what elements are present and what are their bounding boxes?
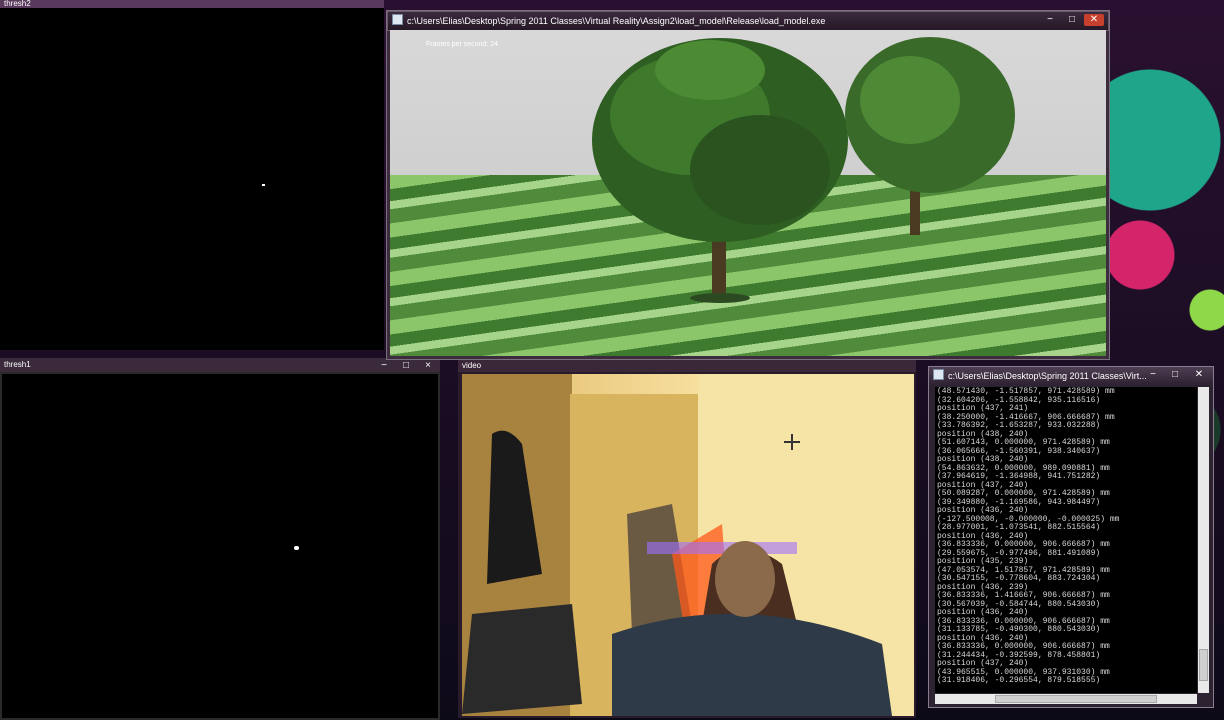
thresh2-title: thresh2 [4, 0, 31, 8]
load-model-maximize-button[interactable]: □ [1062, 14, 1082, 26]
thresh2-titlebar[interactable]: thresh2 [0, 0, 384, 8]
thresh1-close-button[interactable]: × [418, 360, 438, 372]
load-model-titlebar[interactable]: c:\Users\Elias\Desktop\Spring 2011 Class… [387, 11, 1109, 31]
thresh1-window: thresh1 − □ × [0, 358, 440, 720]
main-tree [592, 38, 848, 303]
console-horizontal-scrollbar[interactable] [935, 694, 1197, 704]
video-window: video [458, 360, 916, 718]
console-output[interactable]: (48.571430, -1.517857, 971.428589) mm (32… [935, 387, 1197, 693]
thresh1-blob [294, 546, 299, 550]
webcam-feed [462, 374, 914, 716]
thresh1-title: thresh1 [4, 360, 31, 369]
console-maximize-button[interactable]: □ [1165, 369, 1185, 381]
console-minimize-button[interactable]: − [1143, 369, 1163, 381]
console-window: c:\Users\Elias\Desktop\Spring 2011 Class… [928, 366, 1214, 708]
video-title: video [462, 361, 482, 370]
3d-scene-viewport[interactable]: Frames per second: 24 [390, 30, 1106, 356]
thresh1-maximize-button[interactable]: □ [396, 360, 416, 372]
load-model-minimize-button[interactable]: − [1040, 14, 1060, 26]
console-icon [933, 369, 944, 380]
thresh1-canvas [0, 372, 440, 720]
console-close-button[interactable]: ✕ [1189, 369, 1209, 381]
thresh1-minimize-button[interactable]: − [374, 360, 394, 372]
vertical-scroll-thumb[interactable] [1199, 649, 1208, 681]
tracking-crosshair [784, 434, 800, 450]
console-text: (48.571430, -1.517857, 971.428589) mm (32… [935, 387, 1197, 687]
horizontal-scroll-thumb[interactable] [995, 695, 1157, 703]
video-titlebar[interactable]: video [458, 360, 916, 372]
console-vertical-scrollbar[interactable] [1198, 387, 1209, 693]
console-titlebar[interactable]: c:\Users\Elias\Desktop\Spring 2011 Class… [929, 367, 1213, 385]
console-title: c:\Users\Elias\Desktop\Spring 2011 Class… [948, 371, 1147, 381]
tree-models [592, 37, 1015, 303]
load-model-window: c:\Users\Elias\Desktop\Spring 2011 Class… [386, 10, 1110, 360]
load-model-title: c:\Users\Elias\Desktop\Spring 2011 Class… [407, 16, 826, 26]
back-tree [845, 37, 1015, 235]
fps-counter: Frames per second: 24 [426, 41, 498, 48]
thresh2-canvas [0, 8, 384, 350]
thresh2-window: thresh2 [0, 0, 384, 350]
webcam-scene [462, 374, 914, 716]
console-line: (31.918406, -0.296554, 879.518555) [937, 676, 1101, 685]
load-model-close-button[interactable]: ✕ [1084, 14, 1104, 26]
console-app-icon [392, 14, 403, 25]
thresh1-titlebar[interactable]: thresh1 − □ × [0, 358, 440, 372]
thresh2-blob [262, 184, 265, 186]
